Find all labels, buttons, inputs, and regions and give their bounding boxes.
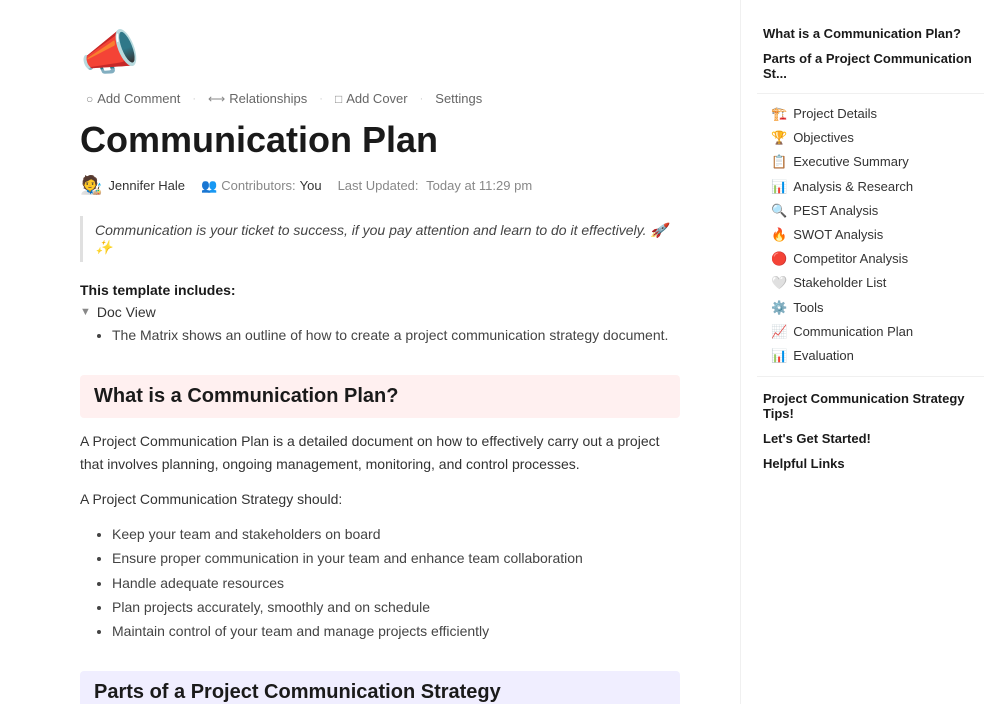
sidebar-label-competitor-analysis: Competitor Analysis [793,250,908,268]
competitor-analysis-icon: 🔴 [771,250,787,268]
stakeholder-list-icon: 🤍 [771,274,787,292]
evaluation-icon: 📊 [771,347,787,365]
toolbar-sep-3: · [420,93,424,105]
section-heading-parts: Parts of a Project Communication Strateg… [80,671,680,704]
meta-contributors: 👥 Contributors: You [201,178,322,194]
tools-icon: ⚙️ [771,299,787,317]
bullet-5: Maintain control of your team and manage… [112,620,680,642]
communication-plan-icon: 📈 [771,323,787,341]
sidebar-item-analysis-research[interactable]: 📊 Analysis & Research [757,175,984,199]
doc-view-bullet: The Matrix shows an outline of how to cr… [112,324,680,346]
toolbar-sep-1: · [192,93,196,105]
contributors-icon: 👥 [201,178,217,194]
sidebar-item-stakeholder-list[interactable]: 🤍 Stakeholder List [757,271,984,295]
author-name: Jennifer Hale [108,178,185,193]
add-comment-label: Add Comment [97,91,180,106]
last-updated-label: Last Updated: [338,178,419,193]
contributors-value: You [300,178,322,193]
sidebar-tips-link[interactable]: Project Communication Strategy Tips! [757,385,984,425]
sidebar-label-swot-analysis: SWOT Analysis [793,226,883,244]
template-includes-label: This template includes: [80,282,236,298]
bullet-3: Handle adequate resources [112,572,680,594]
page-icon: 📣 [80,24,680,81]
sidebar-label-executive-summary: Executive Summary [793,153,909,171]
sidebar-item-communication-plan[interactable]: 📈 Communication Plan [757,320,984,344]
sidebar-label-tools: Tools [793,299,823,317]
sidebar-get-started-link[interactable]: Let's Get Started! [757,425,984,450]
section-heading-what-is: What is a Communication Plan? [80,375,680,418]
main-content: 📣 ○ Add Comment · ⟷ Relationships · □ Ad… [0,0,740,704]
analysis-research-icon: 📊 [771,178,787,196]
sidebar-label-pest-analysis: PEST Analysis [793,202,878,220]
sidebar-item-tools[interactable]: ⚙️ Tools [757,296,984,320]
bullet-1: Keep your team and stakeholders on board [112,523,680,545]
doc-view-bullets: The Matrix shows an outline of how to cr… [112,324,680,346]
bullet-2: Ensure proper communication in your team… [112,547,680,569]
triangle-down-icon: ▼ [80,306,91,318]
sidebar-label-communication-plan: Communication Plan [793,323,913,341]
sidebar: What is a Communication Plan? Parts of a… [740,0,1000,704]
doc-view-label: Doc View [97,304,156,320]
sidebar-item-swot-analysis[interactable]: 🔥 SWOT Analysis [757,223,984,247]
template-includes-section: This template includes: ▼ Doc View The M… [80,282,680,346]
add-comment-button[interactable]: ○ Add Comment [80,89,186,108]
callout-text: Communication is your ticket to success,… [95,222,668,255]
pest-analysis-icon: 🔍 [771,202,787,220]
toolbar-sep-2: · [319,93,323,105]
contributors-label: Contributors: [221,178,295,193]
sidebar-item-executive-summary[interactable]: 📋 Executive Summary [757,150,984,174]
sidebar-label-project-details: Project Details [793,105,877,123]
sidebar-label-objectives: Objectives [793,129,854,147]
sidebar-label-evaluation: Evaluation [793,347,854,365]
what-is-body2: A Project Communication Strategy should: [80,488,680,511]
relationships-label: Relationships [229,91,307,106]
sidebar-item-evaluation[interactable]: 📊 Evaluation [757,344,984,368]
toolbar: ○ Add Comment · ⟷ Relationships · □ Add … [80,89,680,108]
sidebar-item-objectives[interactable]: 🏆 Objectives [757,126,984,150]
sidebar-label-stakeholder-list: Stakeholder List [793,274,886,292]
sidebar-divider-2 [757,376,984,377]
doc-view-item: ▼ Doc View [80,304,680,320]
relationships-button[interactable]: ⟷ Relationships [202,89,313,108]
what-is-bullets: Keep your team and stakeholders on board… [112,523,680,643]
meta-author: 🧑‍🎨 Jennifer Hale [80,175,185,196]
what-is-body1: A Project Communication Plan is a detail… [80,430,680,476]
settings-label: Settings [435,91,482,106]
bullet-4: Plan projects accurately, smoothly and o… [112,596,680,618]
settings-button[interactable]: Settings [429,89,488,108]
callout-block: Communication is your ticket to success,… [80,216,680,262]
sidebar-parts-link[interactable]: Parts of a Project Communication St... [757,45,984,85]
sidebar-helpful-links[interactable]: Helpful Links [757,450,984,475]
cover-icon: □ [335,92,342,106]
project-details-icon: 🏗️ [771,105,787,123]
objectives-icon: 🏆 [771,129,787,147]
meta-row: 🧑‍🎨 Jennifer Hale 👥 Contributors: You La… [80,175,680,196]
sidebar-top-link[interactable]: What is a Communication Plan? [757,20,984,45]
add-cover-label: Add Cover [346,91,407,106]
page-title: Communication Plan [80,118,680,161]
add-cover-button[interactable]: □ Add Cover [329,89,414,108]
swot-analysis-icon: 🔥 [771,226,787,244]
last-updated-value: Today at 11:29 pm [426,178,532,193]
sidebar-item-competitor-analysis[interactable]: 🔴 Competitor Analysis [757,247,984,271]
comment-icon: ○ [86,92,93,106]
executive-summary-icon: 📋 [771,153,787,171]
sidebar-item-project-details[interactable]: 🏗️ Project Details [757,102,984,126]
meta-last-updated: Last Updated: Today at 11:29 pm [338,178,533,193]
sidebar-label-analysis-research: Analysis & Research [793,178,913,196]
sidebar-divider [757,93,984,94]
avatar: 🧑‍🎨 [80,175,102,196]
sidebar-item-pest-analysis[interactable]: 🔍 PEST Analysis [757,199,984,223]
relationships-icon: ⟷ [208,92,225,106]
